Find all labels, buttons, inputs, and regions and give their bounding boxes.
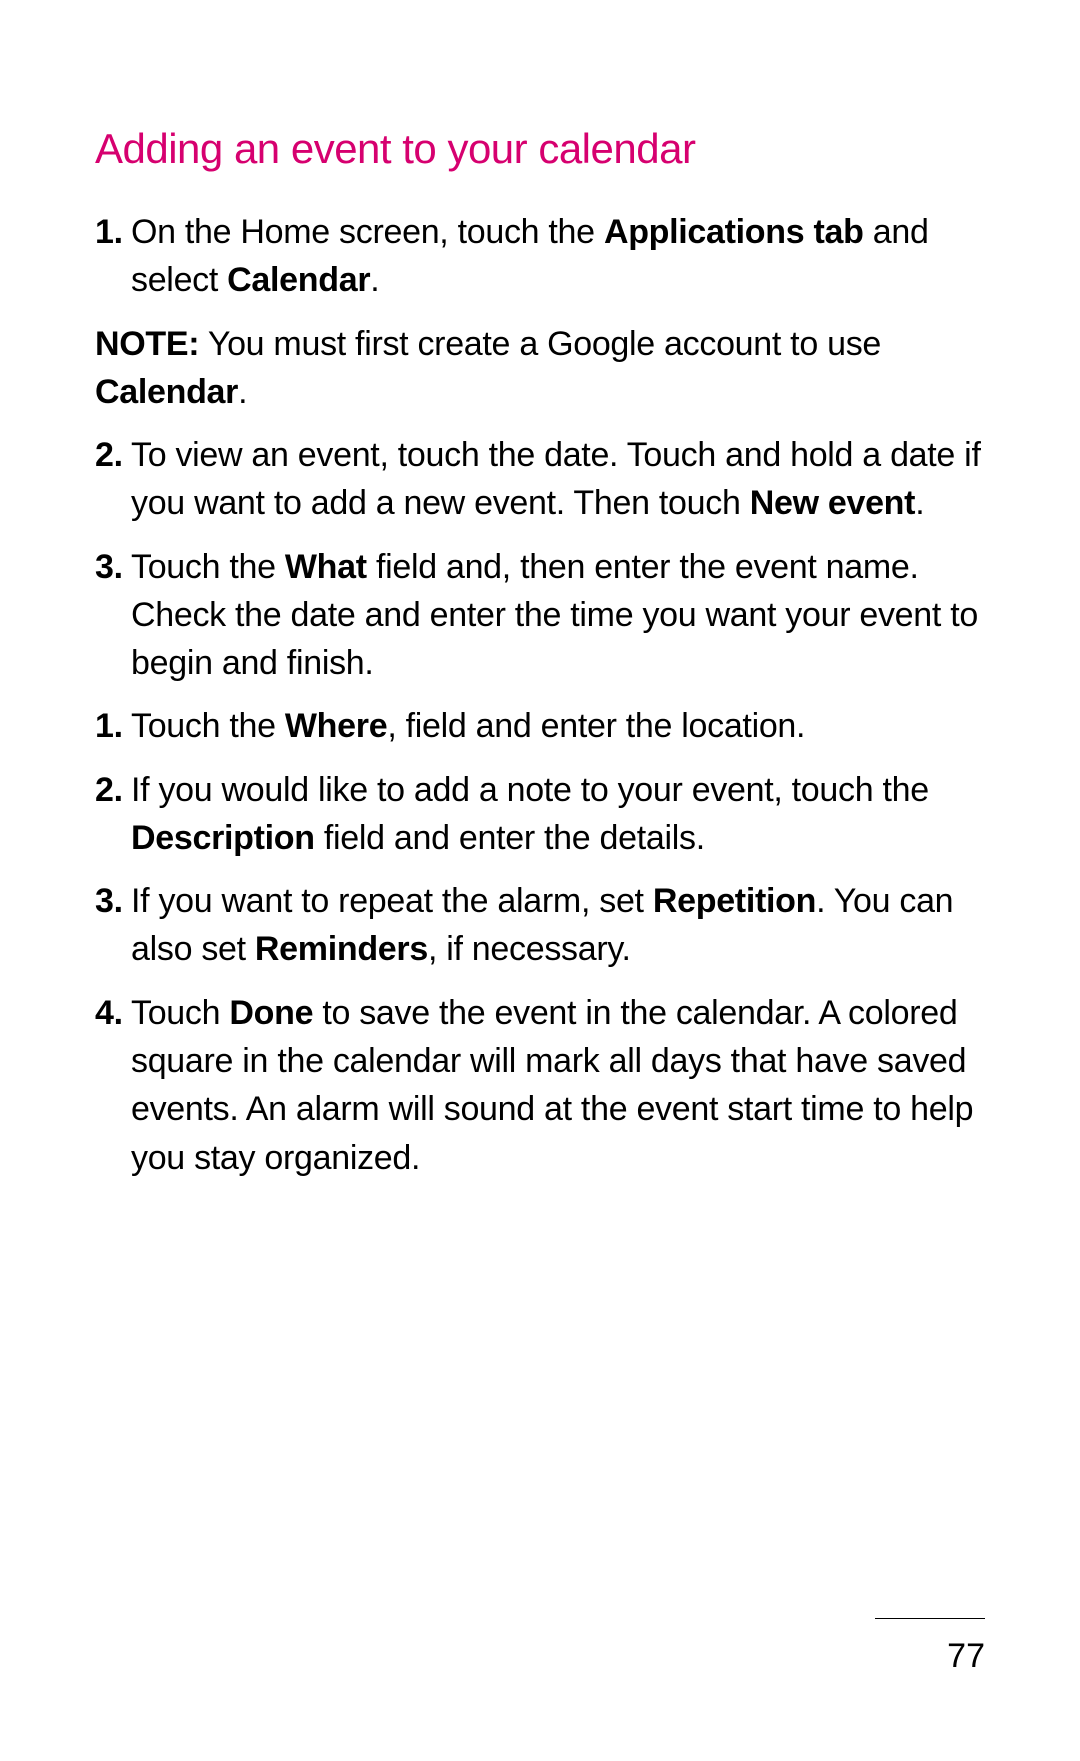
page-content: 1. On the Home screen, touch the Applica…	[95, 208, 985, 1182]
list-number: 1.	[95, 702, 131, 750]
text-segment: Touch	[131, 994, 229, 1032]
text-segment: Touch the	[131, 548, 285, 586]
text-segment: field and enter the details.	[315, 819, 705, 857]
bold-text: Description	[131, 819, 315, 857]
list-text: If you want to repeat the alarm, set Rep…	[131, 877, 985, 974]
section-heading: Adding an event to your calendar	[95, 125, 985, 173]
list-number: 2.	[95, 431, 131, 528]
text-segment: .	[915, 484, 924, 522]
list-number: 1.	[95, 208, 131, 305]
bold-text: New event	[750, 484, 915, 522]
list-number: 3.	[95, 877, 131, 974]
bold-text: Calendar	[95, 373, 238, 411]
bold-text: Calendar	[227, 261, 370, 299]
list-item: 1. On the Home screen, touch the Applica…	[95, 208, 985, 305]
bold-text: Applications tab	[604, 213, 864, 251]
bold-text: What	[285, 548, 367, 586]
list-text: Touch Done to save the event in the cale…	[131, 989, 985, 1182]
list-item: 2. To view an event, touch the date. Tou…	[95, 431, 985, 528]
list-item: 4. Touch Done to save the event in the c…	[95, 989, 985, 1182]
page-number: 77	[875, 1637, 985, 1676]
bold-text: Done	[229, 994, 313, 1032]
text-segment: .	[238, 373, 247, 411]
text-segment: If you would like to add a note to your …	[131, 771, 929, 809]
text-segment: , if necessary.	[428, 930, 631, 968]
list-text: Touch the What field and, then enter the…	[131, 543, 985, 688]
list-text: To view an event, touch the date. Touch …	[131, 431, 985, 528]
list-item: 3. Touch the What field and, then enter …	[95, 543, 985, 688]
list-number: 3.	[95, 543, 131, 688]
list-number: 2.	[95, 766, 131, 863]
list-item: 3. If you want to repeat the alarm, set …	[95, 877, 985, 974]
list-item: 2. If you would like to add a note to yo…	[95, 766, 985, 863]
text-segment: You must first create a Google account t…	[199, 325, 881, 363]
footer-divider	[875, 1618, 985, 1619]
page-footer: 77	[875, 1618, 985, 1676]
note-label: NOTE:	[95, 325, 199, 363]
list-text: On the Home screen, touch the Applicatio…	[131, 208, 985, 305]
text-segment: On the Home screen, touch the	[131, 213, 604, 251]
text-segment: Touch the	[131, 707, 285, 745]
text-segment: If you want to repeat the alarm, set	[131, 882, 653, 920]
text-segment: , field and enter the location.	[387, 707, 805, 745]
note-block: NOTE: You must first create a Google acc…	[95, 320, 985, 417]
list-text: If you would like to add a note to your …	[131, 766, 985, 863]
bold-text: Repetition	[653, 882, 816, 920]
list-number: 4.	[95, 989, 131, 1182]
bold-text: Reminders	[255, 930, 428, 968]
list-item: 1. Touch the Where, field and enter the …	[95, 702, 985, 750]
list-text: Touch the Where, field and enter the loc…	[131, 702, 985, 750]
bold-text: Where	[285, 707, 387, 745]
text-segment: .	[370, 261, 379, 299]
